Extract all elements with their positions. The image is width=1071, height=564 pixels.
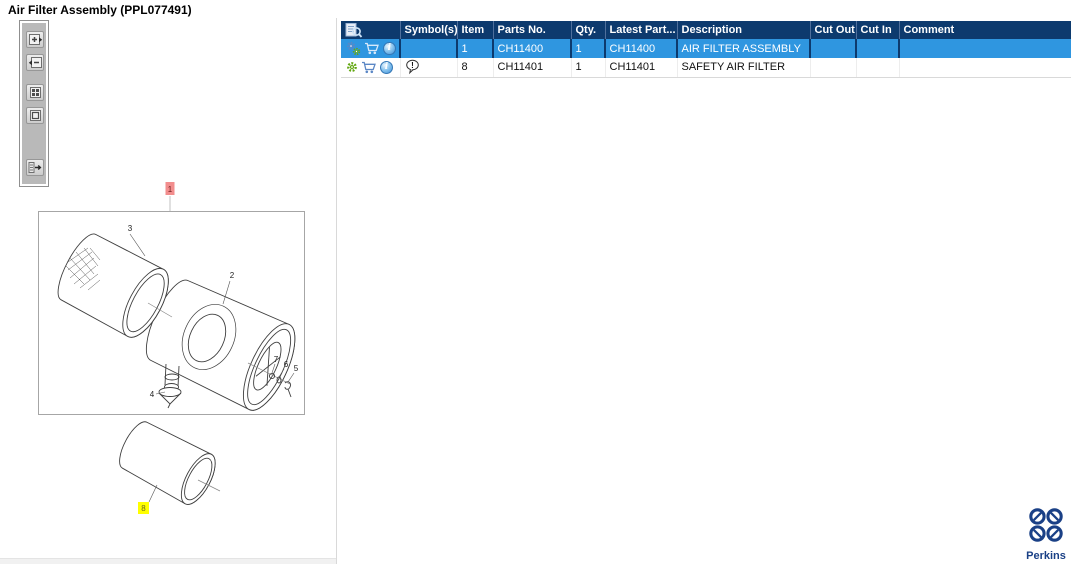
- column-header-parts-no[interactable]: Parts No.: [493, 21, 572, 39]
- parts-no-cell[interactable]: CH11401: [493, 58, 572, 78]
- latest-part-cell[interactable]: CH11400: [605, 39, 678, 58]
- cut-in-cell[interactable]: [856, 58, 900, 78]
- cut-in-cell[interactable]: [856, 39, 900, 58]
- gear-icon[interactable]: [346, 61, 358, 73]
- info-icon[interactable]: i: [380, 60, 393, 74]
- symbols-cell[interactable]: [400, 39, 458, 58]
- callout-5-label[interactable]: 5: [294, 364, 299, 373]
- column-header-actions[interactable]: [341, 21, 401, 39]
- callout-6-label[interactable]: 6: [284, 360, 289, 369]
- description-cell[interactable]: SAFETY AIR FILTER: [677, 58, 811, 78]
- cart-icon[interactable]: [361, 61, 377, 74]
- qty-cell[interactable]: 1: [571, 39, 606, 58]
- cut-out-cell[interactable]: [810, 58, 857, 78]
- callout-2-label[interactable]: 2: [230, 271, 235, 280]
- callout-7-label[interactable]: 7: [274, 355, 279, 364]
- table-row-selected[interactable]: i 1 CH11400 1 CH11400 AIR FILTER ASSEMBL…: [341, 39, 1071, 58]
- column-header-symbols[interactable]: Symbol(s): [400, 21, 458, 39]
- column-header-cut-out[interactable]: Cut Out: [810, 21, 857, 39]
- column-header-latest-part[interactable]: Latest Part...: [605, 21, 678, 39]
- parts-catalog-window: Air Filter Assembly (PPL077491) 1 3 2 4 …: [0, 0, 1071, 564]
- row-actions-cell[interactable]: i: [341, 58, 401, 78]
- column-header-qty[interactable]: Qty.: [571, 21, 606, 39]
- svg-text:!: !: [411, 61, 414, 70]
- comment-cell[interactable]: [899, 58, 1071, 78]
- column-header-comment[interactable]: Comment: [899, 21, 1071, 39]
- perkins-wordmark: Perkins: [1026, 550, 1066, 562]
- parts-table: Symbol(s) Item Parts No. Qty. Latest Par…: [341, 21, 1071, 78]
- latest-part-cell[interactable]: CH11401: [605, 58, 678, 78]
- callout-4-label[interactable]: 4: [150, 390, 155, 399]
- comment-cell[interactable]: [899, 39, 1071, 58]
- exploded-view-diagram: 1 3 2 4 7 6 5 8: [38, 182, 305, 514]
- column-header-description[interactable]: Description: [677, 21, 811, 39]
- column-header-item[interactable]: Item: [457, 21, 494, 39]
- panel-divider: [336, 18, 337, 564]
- callout-8-label[interactable]: 8: [141, 504, 146, 513]
- gears-icon[interactable]: [346, 41, 361, 56]
- part-8-safety-filter: [119, 421, 216, 505]
- callout-1-label[interactable]: 1: [168, 185, 173, 194]
- table-header-row: Symbol(s) Item Parts No. Qty. Latest Par…: [341, 21, 1071, 39]
- viewer-horizontal-scrollbar[interactable]: [0, 558, 336, 564]
- cart-icon[interactable]: [364, 42, 380, 55]
- row-actions-cell[interactable]: i: [341, 39, 401, 58]
- parts-no-cell[interactable]: CH11400: [493, 39, 572, 58]
- description-cell[interactable]: AIR FILTER ASSEMBLY: [677, 39, 811, 58]
- column-header-cut-in[interactable]: Cut In: [856, 21, 900, 39]
- table-row[interactable]: i ! 8 CH11401 1 CH11401 SAFETY AIR FILTE…: [341, 58, 1071, 78]
- cut-out-cell[interactable]: [810, 39, 857, 58]
- item-cell[interactable]: 8: [457, 58, 494, 78]
- callout-3-label[interactable]: 3: [128, 224, 133, 233]
- note-balloon-icon[interactable]: !: [405, 59, 453, 75]
- info-icon[interactable]: i: [383, 42, 396, 55]
- perkins-logo: Perkins: [1022, 506, 1070, 562]
- item-cell[interactable]: 1: [457, 39, 494, 58]
- qty-cell[interactable]: 1: [571, 58, 606, 78]
- perkins-logo-icon: [1029, 508, 1063, 542]
- parts-list-preview-icon: [345, 22, 396, 38]
- symbols-cell[interactable]: !: [400, 58, 458, 78]
